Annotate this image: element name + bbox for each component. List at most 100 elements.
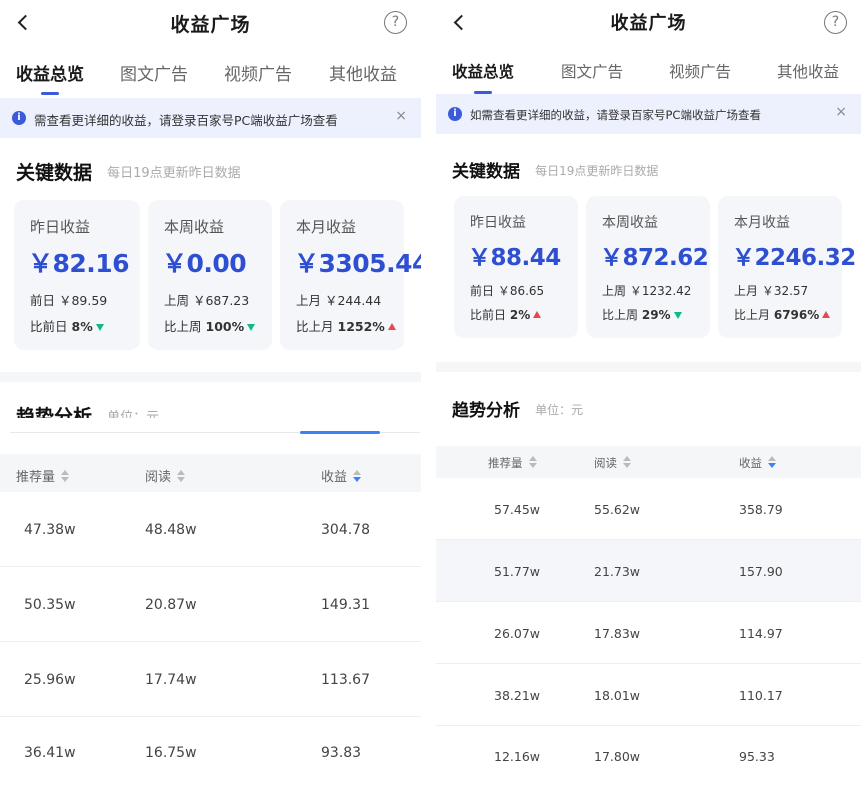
card-month[interactable]: 本月收益 ￥2246.32 上月 ￥32.57 比上月 6796% bbox=[718, 196, 856, 338]
trend-header: 趋势分析 单位：元 bbox=[452, 396, 583, 421]
table-row[interactable]: 12.16w 17.80w 95.33 bbox=[436, 726, 861, 786]
cell-income: 110.17 bbox=[739, 688, 783, 703]
trend-header-clipped: 趋势分析 单位：元 bbox=[0, 382, 421, 418]
card-prev: 上周 ￥687.23 bbox=[164, 293, 250, 308]
compare-label: 比前日 bbox=[470, 308, 507, 322]
page-title: 收益广场 bbox=[170, 14, 251, 36]
col-recommend[interactable]: 推荐量 bbox=[488, 455, 537, 471]
section-title: 关键数据 bbox=[16, 162, 93, 184]
card-compare: 比上月 1252% bbox=[296, 316, 396, 335]
help-icon[interactable]: ? bbox=[824, 11, 847, 34]
panel-gap bbox=[421, 0, 436, 786]
nav-header: 收益广场 ? bbox=[0, 0, 421, 46]
trend-down-icon bbox=[673, 312, 682, 319]
card-value: ￥0.00 bbox=[162, 249, 247, 278]
col-label: 阅读 bbox=[145, 470, 172, 485]
compare-label: 比前日 bbox=[30, 319, 68, 334]
section-subtitle: 单位：元 bbox=[107, 410, 160, 418]
section-divider bbox=[436, 362, 861, 372]
card-week[interactable]: 本周收益 ￥0.00 上周 ￥687.23 比上周 100% bbox=[148, 200, 272, 350]
card-label: 昨日收益 bbox=[30, 218, 91, 236]
notice-text: 需查看更详细的收益，请登录百家号PC端收益广场查看 bbox=[34, 113, 338, 128]
cell-recommend: 26.07w bbox=[494, 626, 541, 641]
tab-article-ads[interactable]: 图文广告 bbox=[120, 60, 188, 85]
left-screen: 收益广场 ? 收益总览 图文广告 视频广告 其他收益 i 需查看更详细的收益，请… bbox=[0, 0, 421, 786]
cell-recommend: 36.41w bbox=[24, 745, 76, 761]
notice-text: 如需查看更详细的收益，请登录百家号PC端收益广场查看 bbox=[470, 108, 761, 122]
cell-recommend: 38.21w bbox=[494, 688, 541, 703]
card-yesterday[interactable]: 昨日收益 ￥88.44 前日 ￥86.65 比前日 2% bbox=[454, 196, 578, 338]
info-icon: i bbox=[12, 111, 26, 125]
table-row[interactable]: 36.41w 16.75w 93.83 bbox=[0, 717, 421, 786]
screenshot-composite: 收益广场 ? 收益总览 图文广告 视频广告 其他收益 i 需查看更详细的收益，请… bbox=[0, 0, 861, 786]
tab-video-ads[interactable]: 视频广告 bbox=[224, 60, 292, 85]
compare-label: 比上周 bbox=[602, 308, 639, 322]
card-value: ￥872.62 bbox=[600, 245, 709, 271]
close-icon[interactable]: × bbox=[835, 104, 847, 120]
compare-value: 6796% bbox=[773, 308, 820, 322]
cell-recommend: 50.35w bbox=[24, 597, 76, 613]
cell-recommend: 51.77w bbox=[494, 564, 541, 579]
compare-label: 比上月 bbox=[734, 308, 771, 322]
card-prev: 上月 ￥32.57 bbox=[734, 284, 809, 298]
close-icon[interactable]: × bbox=[395, 108, 407, 124]
notice-banner: i 需查看更详细的收益，请登录百家号PC端收益广场查看 × bbox=[0, 98, 421, 138]
card-prev: 上月 ￥244.44 bbox=[296, 293, 382, 308]
cell-recommend: 25.96w bbox=[24, 672, 76, 688]
cell-income: 157.90 bbox=[739, 564, 783, 579]
card-yesterday[interactable]: 昨日收益 ￥82.16 前日 ￥89.59 比前日 8% bbox=[14, 200, 140, 350]
table-row[interactable]: 25.96w 17.74w 113.67 bbox=[0, 642, 421, 717]
card-label: 昨日收益 bbox=[470, 215, 526, 231]
card-week[interactable]: 本周收益 ￥872.62 上周 ￥1232.42 比上周 29% bbox=[586, 196, 710, 338]
card-compare: 比前日 8% bbox=[30, 316, 104, 335]
tab-overview[interactable]: 收益总览 bbox=[16, 60, 84, 95]
help-icon[interactable]: ? bbox=[384, 11, 407, 34]
table-row[interactable]: 51.77w 21.73w 157.90 bbox=[436, 540, 861, 602]
sort-icon bbox=[177, 470, 186, 482]
compare-value: 2% bbox=[509, 308, 531, 322]
cell-reads: 17.74w bbox=[145, 672, 197, 688]
cell-reads: 17.80w bbox=[594, 749, 641, 764]
card-prev: 前日 ￥89.59 bbox=[30, 293, 108, 308]
key-data-header: 关键数据 每日19点更新昨日数据 bbox=[16, 158, 241, 185]
trend-down-icon bbox=[247, 324, 256, 331]
cell-income: 113.67 bbox=[321, 672, 370, 688]
card-compare: 比前日 2% bbox=[470, 306, 542, 323]
col-label: 推荐量 bbox=[488, 456, 523, 470]
section-subtitle: 每日19点更新昨日数据 bbox=[535, 164, 659, 178]
card-month[interactable]: 本月收益 ￥3305.44 上月 ￥244.44 比上月 1252% bbox=[280, 200, 421, 350]
tab-video-ads[interactable]: 视频广告 bbox=[669, 60, 731, 82]
table-row[interactable]: 26.07w 17.83w 114.97 bbox=[436, 602, 861, 664]
compare-value: 8% bbox=[71, 319, 93, 334]
card-label: 本周收益 bbox=[602, 215, 658, 231]
col-recommend[interactable]: 推荐量 bbox=[16, 466, 70, 485]
sort-desc-icon bbox=[768, 456, 776, 468]
page-title: 收益广场 bbox=[610, 13, 687, 34]
tab-overview[interactable]: 收益总览 bbox=[452, 60, 514, 94]
table-row[interactable]: 57.45w 55.62w 358.79 bbox=[436, 478, 861, 540]
col-income[interactable]: 收益 bbox=[321, 466, 362, 485]
col-label: 推荐量 bbox=[16, 470, 56, 485]
col-income[interactable]: 收益 bbox=[739, 455, 776, 471]
card-value: ￥82.16 bbox=[28, 249, 130, 278]
tab-other-income[interactable]: 其他收益 bbox=[329, 60, 397, 85]
cell-income: 114.97 bbox=[739, 626, 783, 641]
cell-reads: 18.01w bbox=[594, 688, 641, 703]
compare-label: 比上周 bbox=[164, 319, 202, 334]
compare-value: 1252% bbox=[337, 319, 385, 334]
compare-label: 比上月 bbox=[296, 319, 334, 334]
section-title: 关键数据 bbox=[452, 162, 520, 182]
sort-icon bbox=[528, 456, 537, 468]
tab-other-income[interactable]: 其他收益 bbox=[777, 60, 839, 82]
cell-income: 358.79 bbox=[739, 502, 783, 517]
col-reads[interactable]: 阅读 bbox=[594, 455, 631, 471]
cell-income: 95.33 bbox=[739, 749, 775, 764]
tab-article-ads[interactable]: 图文广告 bbox=[561, 60, 623, 82]
cell-recommend: 12.16w bbox=[494, 749, 541, 764]
section-title: 趋势分析 bbox=[16, 406, 93, 418]
table-row[interactable]: 50.35w 20.87w 149.31 bbox=[0, 567, 421, 642]
table-row[interactable]: 38.21w 18.01w 110.17 bbox=[436, 664, 861, 726]
col-reads[interactable]: 阅读 bbox=[145, 466, 186, 485]
table-row[interactable]: 47.38w 48.48w 304.78 bbox=[0, 492, 421, 567]
cell-reads: 17.83w bbox=[594, 626, 641, 641]
